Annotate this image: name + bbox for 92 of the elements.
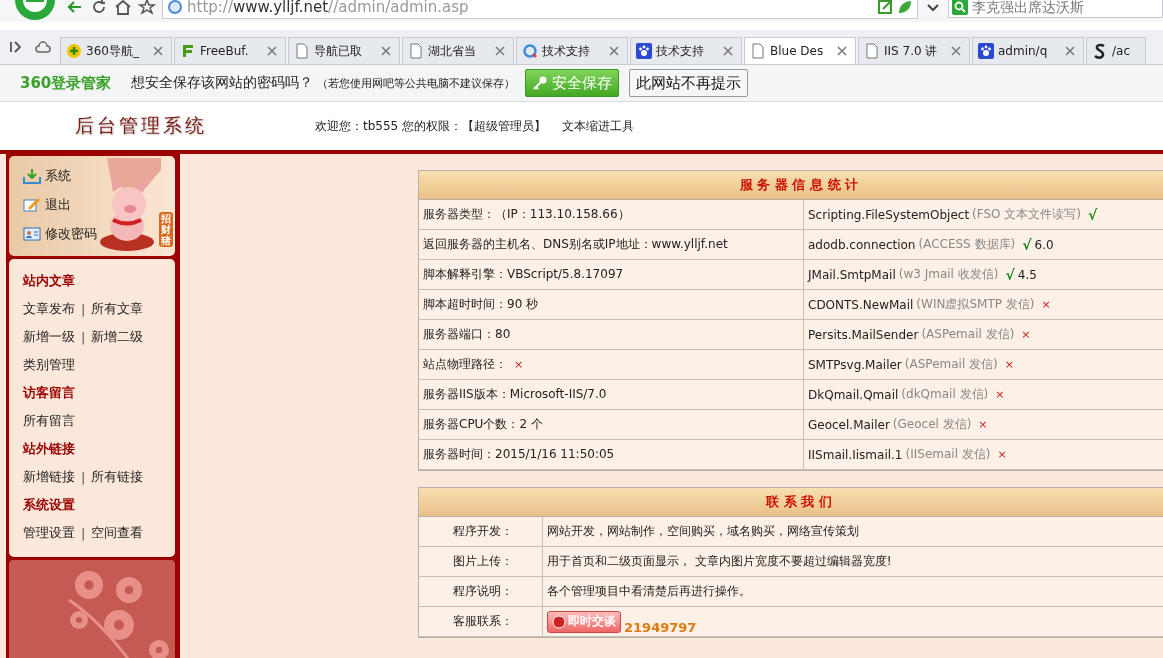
table-cell: 服务器CPU个数：2 个 [419,410,804,440]
search-icon [952,0,968,15]
menu-link[interactable]: 管理设置 [23,524,75,542]
welcome-text: 欢迎您：tb555 您的权限：【超级管理员】 [315,117,547,135]
menu-link[interactable]: 空间查看 [91,524,144,542]
menu-section-title: 站内文章 [23,272,76,290]
table-title: 联 系 我 们 [419,488,1163,517]
table-cell: CDONTS.NewMail (WIN虚拟SMTP 发信) × [804,290,1163,320]
chat-logo-icon [552,614,566,629]
page-icon [294,43,310,59]
table-cell: Scripting.FileSystemObject (FSO 文本文件读写) √ [804,200,1163,230]
plus-icon [66,43,82,59]
table-cell: 脚本超时时间：90 秒 [419,290,804,320]
menu-section-title: 系统设置 [23,496,76,514]
page-icon [408,43,424,59]
dismiss-button[interactable]: 此网站不再提示 [629,69,749,97]
save-password-note: （若您使用网吧等公共电脑不建议保存） [317,75,516,91]
quick-menu-item[interactable]: 退出 [23,191,71,220]
f-logo-icon [180,43,196,59]
leaf-icon[interactable] [897,0,913,15]
refresh-icon[interactable] [90,0,108,16]
table-cell: 脚本解释引擎：VBScript/5.8.17097 [419,260,804,290]
mascot-badge: 招财猪 [159,212,173,247]
brand-logo-text: 360登录管家 [20,73,112,93]
search-field[interactable]: 李克强出席达沃斯 [948,0,1163,18]
table-cell: 服务器时间：2015/1/16 11:50:05 [419,440,804,470]
share-icon[interactable] [877,0,893,15]
table-cell: 客服联系： [419,607,543,637]
browser-tab[interactable]: 导航已取 [288,37,400,64]
site-title: 后台管理系统 [74,113,208,138]
table-cell: IISmail.Iismail.1 (IISemail 发信) × [804,440,1163,470]
menu-link[interactable]: 新增一级 [23,328,75,346]
contact-number: 21949797 [624,620,697,635]
page-icon [864,43,880,59]
table-cell: 服务器IIS版本：Microsoft-IIS/7.0 [419,380,804,410]
paw-icon [636,43,652,59]
star-icon[interactable] [138,0,156,16]
browser-tab[interactable]: 湖北省当 [402,37,514,64]
home-icon[interactable] [114,0,132,16]
link-separator: | [81,525,86,541]
menu-link[interactable]: 文章发布 [23,300,75,318]
menu-link[interactable]: 所有文章 [91,300,144,318]
table-cell: adodb.connection (ACCESS 数据库) √ 6.0 [804,230,1163,260]
save-password-question: 想安全保存该网站的密码吗？ [131,74,314,92]
globe-icon [167,0,183,15]
table-cell: 站点物理路径： × [419,350,804,380]
browser-tab[interactable]: /ac [1086,37,1146,64]
menu-link[interactable]: 类别管理 [23,356,75,374]
table-cell: 服务器类型：（IP：113.10.158.66） [419,200,804,230]
browser-tab[interactable]: 技术支持 [516,37,628,64]
table-cell: DkQmail.Qmail (dkQmail 发信) × [804,380,1163,410]
user-card-icon [23,226,41,242]
tool-link[interactable]: 文本缩进工具 [562,117,635,135]
table-cell: 图片上传： [419,547,543,577]
table-cell: 返回服务器的主机名、DNS别名或IP地址：www.ylljf.net [419,230,804,260]
table-cell: 服务器端口：80 [419,320,804,350]
browser-tab[interactable]: 360导航_ [60,37,172,64]
menu-link[interactable]: 所有链接 [91,468,144,486]
ring-icon [522,43,538,59]
cloud-icon[interactable] [34,38,52,56]
table-cell: SMTPsvg.Mailer (ASPemail 发信) × [804,350,1163,380]
menu-link[interactable]: 新增二级 [91,328,144,346]
table-cell: Geocel.Mailer (Geocel 发信) × [804,410,1163,440]
table-cell: 网站开发，网站制作，空间购买，域名购买，网络宣传策划 [543,517,1163,547]
table-cell: 用于首页和二级页面显示， 文章内图片宽度不要超过编辑器宽度! [543,547,1163,577]
table-cell: JMail.SmtpMail (w3 Jmail 收发信) √ 4.5 [804,260,1163,290]
table-cell: 各个管理项目中看清楚后再进行操作。 [543,577,1163,607]
browser-tab[interactable]: admin/q [972,37,1084,64]
menu-section-title: 访客留言 [23,384,76,402]
quick-menu-item[interactable]: 系统 [23,162,71,191]
download-tray-icon [23,168,41,184]
link-separator: | [81,301,86,317]
key-icon [532,75,549,91]
browser-tab[interactable]: Blue Des [744,37,856,64]
table-title: 服 务 器 信 息 统 计 [419,171,1163,200]
quick-menu-item[interactable]: 修改密码 [23,220,97,249]
menu-link[interactable]: 新增链接 [23,468,75,486]
table-cell: Persits.MailSender (ASPemail 发信) × [804,320,1163,350]
browser-tab[interactable]: IIS 7.0 讲 [858,37,970,64]
table-cell: 程序开发： [419,517,543,547]
address-field[interactable]: http://www.ylljf.net//admin/admin.asp [162,0,918,19]
url-text: http://www.ylljf.net//admin/admin.asp [187,0,469,16]
page-icon [750,43,766,59]
pencil-note-icon [23,197,41,213]
table-cell: 程序说明： [419,577,543,607]
browser-tab[interactable]: FreeBuf. [174,37,286,64]
paw-icon [978,43,994,59]
browser-tab[interactable]: 技术支持 [630,37,742,64]
menu-link[interactable]: 所有留言 [23,412,75,430]
link-separator: | [81,469,86,485]
link-separator: | [81,329,86,345]
menu-section-title: 站外链接 [23,440,76,458]
